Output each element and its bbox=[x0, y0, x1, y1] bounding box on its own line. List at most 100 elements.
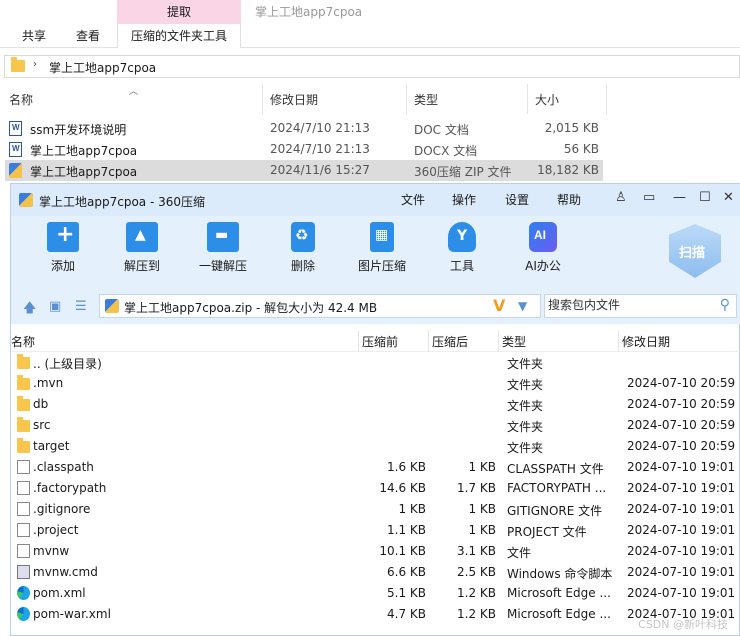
menu-help[interactable]: 帮助 bbox=[557, 191, 581, 208]
zip-row-name: mvnw.cmd bbox=[33, 565, 98, 579]
zip-row[interactable]: .project 1.1 KB 1 KB PROJECT 文件 2024-07-10 1… bbox=[11, 520, 740, 541]
zip-row-after: 1 KB bbox=[468, 523, 496, 537]
close-icon[interactable]: ✕ bbox=[723, 190, 734, 205]
col-before[interactable]: 压缩前 bbox=[362, 333, 398, 350]
zip-row-type: 文件 bbox=[507, 546, 532, 560]
zip-row-after: 1.2 KB bbox=[457, 607, 496, 621]
zip-path-bar[interactable]: 掌上工地app7cpoa.zip - 解包大小为 42.4 MB V ▼ bbox=[99, 294, 541, 318]
tab-view[interactable]: 查看 bbox=[66, 24, 110, 48]
zip-row-date: 2024-07-10 19:01 bbox=[627, 460, 736, 474]
file-name: 掌上工地app7cpoa bbox=[30, 165, 138, 179]
thumbnail-view-icon[interactable]: ▣ bbox=[49, 299, 61, 314]
up-arrow-icon[interactable]: 🡅 bbox=[23, 299, 36, 321]
zip-row[interactable]: mvnw.cmd 6.6 KB 2.5 KB Windows 命令脚本 2024-07-… bbox=[11, 562, 740, 583]
col-divider[interactable] bbox=[406, 84, 407, 114]
zip-row-type: 文件夹 bbox=[507, 357, 544, 371]
watermark: CSDN @新叶科技 bbox=[638, 618, 728, 631]
file-size: 56 KB bbox=[563, 142, 599, 156]
image-compress-button[interactable]: 图片压缩 bbox=[350, 222, 414, 282]
col-type[interactable]: 类型 bbox=[414, 91, 438, 108]
col-name[interactable]: 名称 bbox=[11, 333, 35, 350]
zip-row-before: 4.7 KB bbox=[387, 607, 426, 621]
zip-row[interactable]: pom.xml 5.1 KB 1.2 KB Microsoft Edge ... 202… bbox=[11, 583, 740, 604]
tab-share[interactable]: 共享 bbox=[12, 24, 56, 48]
col-divider[interactable] bbox=[618, 330, 619, 352]
zip-row-name: target bbox=[33, 439, 70, 453]
breadcrumb-current[interactable]: 掌上工地app7cpoa bbox=[49, 59, 156, 76]
word-doc-icon bbox=[9, 142, 22, 157]
zip-window-title: 掌上工地app7cpoa - 360压缩 bbox=[39, 195, 205, 209]
ribbon-context-extract-tab[interactable]: 提取 bbox=[117, 0, 241, 24]
col-date[interactable]: 修改日期 bbox=[622, 333, 670, 350]
col-divider[interactable] bbox=[498, 330, 499, 352]
zip-row[interactable]: .classpath 1.6 KB 1 KB CLASSPATH 文件 2024-07-… bbox=[11, 457, 740, 478]
menu-settings[interactable]: 设置 bbox=[505, 191, 529, 208]
col-divider[interactable] bbox=[527, 84, 528, 114]
col-divider[interactable] bbox=[428, 330, 429, 352]
search-input[interactable] bbox=[548, 298, 708, 312]
folder-icon bbox=[17, 354, 30, 369]
zip-row[interactable]: db 文件夹 2024-07-10 20:59 bbox=[11, 394, 740, 415]
file-date: 2024/7/10 21:13 bbox=[270, 142, 370, 156]
zip-row-type: Windows 命令脚本 bbox=[507, 567, 613, 581]
zip-row[interactable]: .gitignore 1 KB 1 KB GITIGNORE 文件 2024-07-10… bbox=[11, 499, 740, 520]
col-type[interactable]: 类型 bbox=[502, 333, 526, 350]
col-modified[interactable]: 修改日期 bbox=[270, 91, 318, 108]
one-click-extract-icon bbox=[207, 222, 239, 252]
address-bar[interactable]: › 掌上工地app7cpoa bbox=[4, 55, 740, 78]
zip-row-type: PROJECT 文件 bbox=[507, 525, 587, 539]
ribbon-context-title: 掌上工地app7cpoa bbox=[255, 5, 363, 19]
recycle-bin-icon bbox=[291, 222, 315, 252]
zip-row-name: mvnw bbox=[33, 544, 70, 558]
zip-row-after: 1 KB bbox=[468, 502, 496, 516]
col-divider[interactable] bbox=[358, 330, 359, 352]
col-size[interactable]: 大小 bbox=[535, 91, 559, 108]
zip-row[interactable]: mvnw 10.1 KB 3.1 KB 文件 2024-07-10 19:01 bbox=[11, 541, 740, 562]
skin-icon[interactable]: ♙ bbox=[615, 190, 627, 205]
col-name[interactable]: 名称 bbox=[9, 91, 33, 108]
zip-row[interactable]: .mvn 文件夹 2024-07-10 20:59 bbox=[11, 373, 740, 394]
add-label: 添加 bbox=[50, 259, 75, 273]
tools-button[interactable]: 工具 bbox=[430, 222, 494, 282]
maximize-icon[interactable]: ☐ bbox=[699, 190, 711, 205]
menu-file[interactable]: 文件 bbox=[401, 191, 425, 208]
chevron-down-icon[interactable]: ▼ bbox=[518, 299, 527, 313]
breadcrumb-chevron-icon[interactable]: › bbox=[33, 59, 37, 70]
verified-icon: V bbox=[493, 296, 506, 315]
zip-row-date: 2024-07-10 19:01 bbox=[627, 502, 736, 516]
ai-office-button[interactable]: AI办公 bbox=[511, 222, 575, 282]
file-icon bbox=[17, 544, 30, 558]
col-divider[interactable] bbox=[606, 84, 607, 114]
explorer-row-selected[interactable]: 掌上工地app7cpoa 2024/11/6 15:27 360压缩 ZIP 文… bbox=[5, 160, 603, 181]
zip-navbar: 🡅 ▣ ☰ 掌上工地app7cpoa.zip - 解包大小为 42.4 MB V… bbox=[11, 288, 740, 324]
zip-row[interactable]: .factorypath 14.6 KB 1.7 KB FACTORYPATH ...… bbox=[11, 478, 740, 499]
zip-row-type: Microsoft Edge ... bbox=[507, 586, 611, 600]
image-compress-icon bbox=[370, 222, 394, 252]
zip-row-before: 5.1 KB bbox=[387, 586, 426, 600]
delete-button[interactable]: 删除 bbox=[271, 222, 335, 282]
menu-operation[interactable]: 操作 bbox=[452, 191, 476, 208]
col-divider[interactable] bbox=[262, 84, 263, 114]
minimize-icon[interactable]: — bbox=[673, 190, 686, 205]
file-icon bbox=[17, 523, 30, 537]
explorer-row[interactable]: 掌上工地app7cpoa 2024/7/10 21:13 DOCX 文档 56 … bbox=[5, 139, 603, 160]
scan-label: 扫描 bbox=[679, 246, 706, 261]
zip-row[interactable]: pom-war.xml 4.7 KB 1.2 KB Microsoft Edge ..… bbox=[11, 604, 740, 625]
list-view-icon[interactable]: ☰ bbox=[75, 299, 87, 314]
zip-row[interactable]: target 文件夹 2024-07-10 20:59 bbox=[11, 436, 740, 457]
zip-icon bbox=[105, 299, 119, 313]
add-button[interactable]: 添加 bbox=[31, 222, 95, 282]
col-after[interactable]: 压缩后 bbox=[432, 333, 468, 350]
search-icon[interactable]: ⚲ bbox=[720, 297, 730, 313]
folder-icon bbox=[17, 375, 30, 390]
zip-row[interactable]: .. (上级目录) 文件夹 bbox=[11, 352, 740, 373]
zip-titlebar[interactable]: 掌上工地app7cpoa - 360压缩 文件 操作 设置 帮助 ♙ ▭ — ☐… bbox=[11, 184, 740, 216]
file-name: 掌上工地app7cpoa bbox=[30, 144, 138, 158]
feedback-icon[interactable]: ▭ bbox=[643, 190, 655, 205]
one-click-extract-button[interactable]: 一键解压 bbox=[191, 222, 255, 282]
extract-to-button[interactable]: 解压到 bbox=[110, 222, 174, 282]
tab-compressed-folder-tools[interactable]: 压缩的文件夹工具 bbox=[117, 24, 241, 48]
explorer-row[interactable]: ssm开发环境说明 2024/7/10 21:13 DOC 文档 2,015 K… bbox=[5, 118, 603, 139]
zip-row[interactable]: src 文件夹 2024-07-10 20:59 bbox=[11, 415, 740, 436]
zip-icon bbox=[9, 163, 22, 178]
